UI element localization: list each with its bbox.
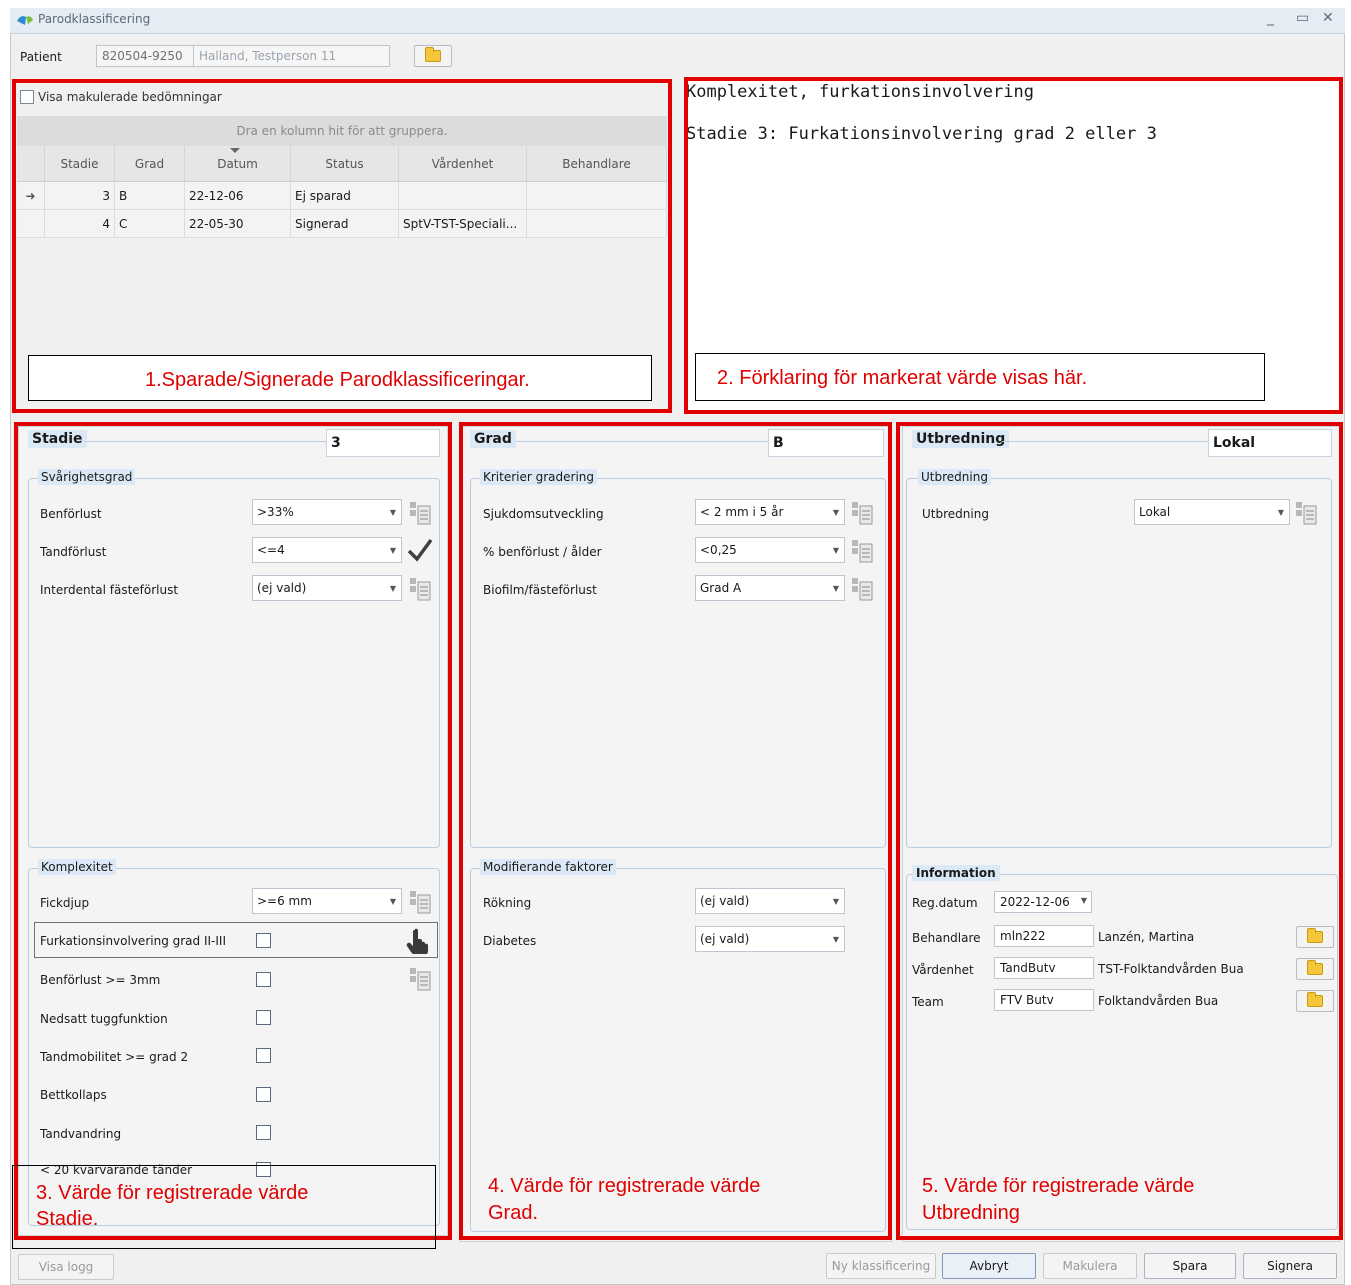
annotation-4-line2: Grad. <box>488 1202 539 1224</box>
new-classification-button[interactable]: Ny klassificering <box>826 1253 936 1279</box>
show-log-button[interactable]: Visa logg <box>18 1254 114 1280</box>
maximize-button[interactable]: ▭ <box>1296 10 1309 26</box>
patient-id-field[interactable]: 820504-9250 <box>96 45 194 67</box>
annotation-5-line2: Utbredning <box>922 1202 1020 1224</box>
void-button[interactable]: Makulera <box>1043 1253 1137 1279</box>
app-logo-icon <box>17 16 33 25</box>
cancel-button[interactable]: Avbryt <box>942 1253 1036 1279</box>
title-bar <box>10 8 1345 34</box>
annotation-1-text: 1.Sparade/Signerade Parodklassificeringa… <box>145 369 530 391</box>
annotation-2-text: 2. Förklaring för markerat värde visas h… <box>717 367 1088 389</box>
annotation-3-line1: 3. Värde för registrerade värde <box>36 1182 309 1204</box>
annotation-box-grad <box>459 422 892 1240</box>
window-title: Parodklassificering <box>38 12 151 26</box>
folder-icon <box>425 47 441 62</box>
patient-label: Patient <box>20 50 62 64</box>
save-button[interactable]: Spara <box>1144 1253 1236 1279</box>
annotation-5-line1: 5. Värde för registrerade värde <box>922 1175 1195 1197</box>
close-button[interactable]: ✕ <box>1322 10 1334 26</box>
annotation-4-line1: 4. Värde för registrerade värde <box>488 1175 761 1197</box>
annotation-box-stadie <box>14 422 452 1240</box>
annotation-3-line2: Stadie. <box>36 1208 99 1230</box>
annotation-label-box <box>12 1165 436 1249</box>
sign-button[interactable]: Signera <box>1243 1253 1337 1279</box>
patient-name-field: Halland, Testperson 11 <box>194 45 390 67</box>
annotation-box-utbredning <box>896 422 1343 1240</box>
patient-search-button[interactable] <box>414 45 452 67</box>
minimize-button[interactable]: _ <box>1267 10 1274 26</box>
